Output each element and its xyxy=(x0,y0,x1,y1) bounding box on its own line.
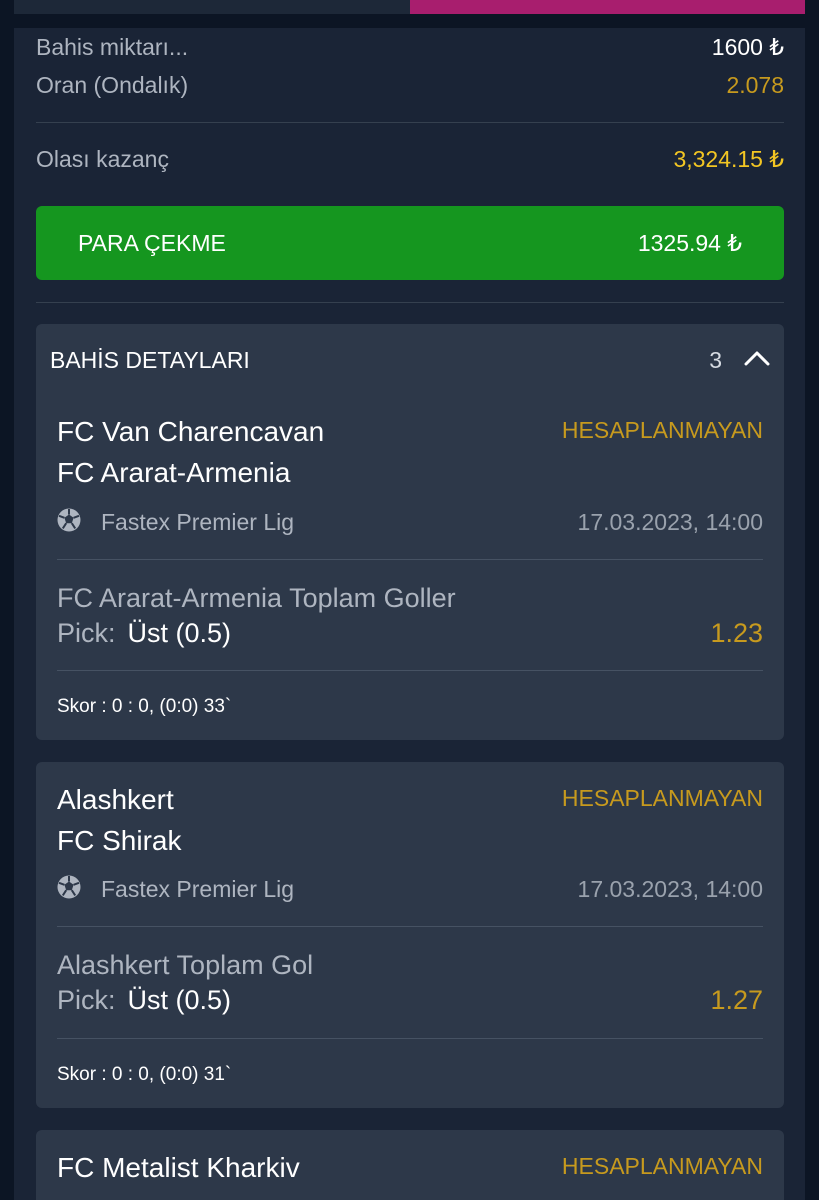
cashout-amount: 1325.94 ₺ xyxy=(637,229,742,256)
stake-value: 1600 ₺ xyxy=(711,33,784,60)
bet-slip-panel: Bahis miktarı... 1600 ₺ Oran (Ondalık) 2… xyxy=(14,28,805,1200)
odds-label: Oran (Ondalık) xyxy=(36,71,189,98)
summary-divider xyxy=(36,122,784,123)
away-team: FC Shirak xyxy=(57,825,182,856)
soccer-ball-icon xyxy=(57,508,81,537)
stake-label: Bahis miktarı... xyxy=(36,33,189,60)
stake-row: Bahis miktarı... 1600 ₺ xyxy=(36,32,784,62)
home-team: FC Van Charencavan xyxy=(57,416,325,447)
event-status: HESAPLANMAYAN xyxy=(561,785,763,811)
event-datetime: 17.03.2023, 14:00 xyxy=(577,875,763,902)
home-team: Alashkert xyxy=(57,784,174,815)
tab-inactive[interactable] xyxy=(14,0,410,14)
tab-bar xyxy=(0,0,819,28)
pick-label: Pick: xyxy=(57,984,116,1015)
event-item: FC Van Charencavan HESAPLANMAYAN FC Arar… xyxy=(36,324,784,740)
pick-odd: 1.23 xyxy=(710,617,763,648)
pick-label: Pick: xyxy=(57,617,116,648)
tab-active[interactable] xyxy=(410,0,805,14)
away-team: FC Ararat-Armenia xyxy=(57,457,291,488)
league-name: Fastex Premier Lig xyxy=(101,875,295,902)
page: Bahis miktarı... 1600 ₺ Oran (Ondalık) 2… xyxy=(0,0,819,1200)
event-status: HESAPLANMAYAN xyxy=(561,417,763,443)
event-card: FC Metalist Kharkiv HESAPLANMAYAN xyxy=(36,1130,784,1200)
home-team: FC Metalist Kharkiv xyxy=(57,1152,300,1183)
market-name: Alashkert Toplam Gol xyxy=(57,950,314,980)
event-datetime: 17.03.2023, 14:00 xyxy=(577,508,763,535)
league-name: Fastex Premier Lig xyxy=(101,508,295,535)
potential-win-label: Olası kazanç xyxy=(36,145,169,172)
soccer-ball-icon xyxy=(57,875,81,904)
cashout-divider xyxy=(36,302,784,303)
pick-value: Üst (0.5) xyxy=(127,984,232,1015)
potential-win-row: Olası kazanç 3,324.15 ₺ xyxy=(36,143,784,175)
market-name: FC Ararat-Armenia Toplam Goller xyxy=(57,583,456,613)
pick-value: Üst (0.5) xyxy=(127,617,232,648)
cashout-button[interactable]: PARA ÇEKME 1325.94 ₺ xyxy=(36,206,784,280)
event-card: Alashkert HESAPLANMAYAN FC Shirak Fastex… xyxy=(36,762,784,1108)
potential-win-value: 3,324.15 ₺ xyxy=(673,145,784,172)
cashout-label: PARA ÇEKME xyxy=(78,229,226,256)
score: Skor : 0 : 0, (0:0) 33` xyxy=(57,696,232,717)
score: Skor : 0 : 0, (0:0) 31` xyxy=(57,1064,232,1085)
odds-row: Oran (Ondalık) 2.078 xyxy=(36,70,784,100)
pick-odd: 1.27 xyxy=(710,984,763,1015)
event-status: HESAPLANMAYAN xyxy=(561,1153,763,1179)
odds-value: 2.078 xyxy=(726,71,784,98)
bet-details-card: BAHİS DETAYLARI 3 FC Van Charencavan HES… xyxy=(36,324,784,740)
